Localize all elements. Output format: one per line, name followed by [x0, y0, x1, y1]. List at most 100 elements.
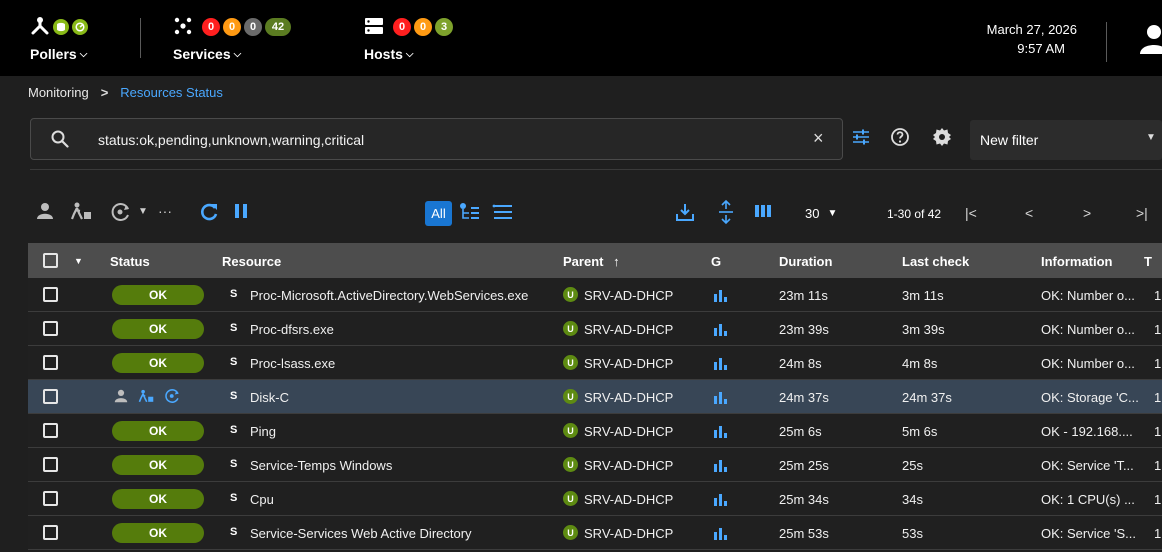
graph-icon[interactable]	[714, 458, 728, 475]
pause-icon[interactable]	[233, 202, 249, 223]
row-checkbox[interactable]	[43, 321, 58, 336]
column-resource[interactable]: Resource	[222, 254, 281, 269]
resource-name[interactable]: Service-Services Web Active Directory	[250, 526, 472, 541]
status-badge: OK	[112, 421, 204, 441]
resource-name[interactable]: Ping	[250, 424, 276, 439]
parent-name[interactable]: SRV-AD-DHCP	[584, 526, 673, 541]
database-ok-icon	[53, 19, 69, 35]
refresh-icon[interactable]	[199, 202, 219, 225]
column-tries[interactable]: T	[1144, 254, 1152, 269]
column-duration[interactable]: Duration	[779, 254, 832, 269]
view-all-button[interactable]: All	[425, 201, 452, 226]
column-status[interactable]: Status	[110, 254, 150, 269]
resource-name[interactable]: Service-Temps Windows	[250, 458, 392, 473]
services-ok-count[interactable]: 42	[265, 18, 291, 36]
graph-icon[interactable]	[714, 526, 728, 543]
check-icon[interactable]	[164, 388, 181, 407]
parent-name[interactable]: SRV-AD-DHCP	[584, 322, 673, 337]
select-menu-caret-icon[interactable]: ▼	[74, 256, 83, 266]
resource-name[interactable]: Cpu	[250, 492, 274, 507]
parent-name[interactable]: SRV-AD-DHCP	[584, 458, 673, 473]
information: OK: Number o...	[1041, 288, 1135, 303]
table-row[interactable]: OK S Proc-lsass.exe U SRV-AD-DHCP 24m 8s…	[28, 346, 1162, 380]
services-unknown-count[interactable]: 0	[244, 18, 262, 36]
next-page-icon[interactable]: >	[1083, 205, 1091, 221]
check-icon[interactable]	[110, 202, 132, 225]
column-graph[interactable]: G	[711, 254, 721, 269]
row-height-icon[interactable]	[718, 199, 734, 228]
services-critical-count[interactable]: 0	[202, 18, 220, 36]
caret-down-icon[interactable]: ▼	[138, 206, 148, 217]
list-view-icon[interactable]	[492, 202, 514, 225]
table-row[interactable]: OK S Cpu U SRV-AD-DHCP 25m 34s 34s OK: 1…	[28, 482, 1162, 516]
parent-name[interactable]: SRV-AD-DHCP	[584, 356, 673, 371]
row-checkbox[interactable]	[43, 287, 58, 302]
table-row[interactable]: OK S Ping U SRV-AD-DHCP 25m 6s 5m 6s OK …	[28, 414, 1162, 448]
table-row[interactable]: OK S Service-Services Web Active Directo…	[28, 516, 1162, 550]
downtime-icon[interactable]	[70, 202, 92, 223]
graph-icon[interactable]	[714, 356, 728, 373]
breadcrumb-monitoring[interactable]: Monitoring	[28, 85, 89, 100]
hosts-up-count[interactable]: 3	[435, 18, 453, 36]
breadcrumb-resources-status[interactable]: Resources Status	[120, 85, 223, 100]
column-parent[interactable]: Parent ↑	[563, 254, 620, 269]
resource-name[interactable]: Proc-Microsoft.ActiveDirectory.WebServic…	[250, 288, 528, 303]
resource-name[interactable]: Disk-C	[250, 390, 289, 405]
hosts-down-count[interactable]: 0	[393, 18, 411, 36]
row-checkbox[interactable]	[43, 423, 58, 438]
resource-name[interactable]: Proc-lsass.exe	[250, 356, 335, 371]
user-icon[interactable]	[1140, 24, 1162, 57]
column-last-check[interactable]: Last check	[902, 254, 969, 269]
hosts-unreachable-count[interactable]: 0	[414, 18, 432, 36]
search-icon	[51, 130, 69, 151]
pollers-label: Pollers ⌵	[30, 46, 88, 62]
row-checkbox[interactable]	[43, 491, 58, 506]
select-all-checkbox[interactable]	[43, 253, 58, 268]
row-checkbox[interactable]	[43, 525, 58, 540]
rows-per-page-select[interactable]: 30 ▼	[805, 206, 837, 221]
table-row[interactable]: S Disk-C U SRV-AD-DHCP 24m 37s 24m 37s O…	[28, 380, 1162, 414]
row-checkbox[interactable]	[43, 457, 58, 472]
export-icon[interactable]	[675, 202, 695, 225]
graph-icon[interactable]	[714, 288, 728, 305]
resource-name[interactable]: Proc-dfsrs.exe	[250, 322, 334, 337]
services-menu[interactable]: 0 0 0 42 Services ⌵	[173, 14, 291, 62]
acknowledge-icon[interactable]	[36, 202, 54, 223]
graph-icon[interactable]	[714, 424, 728, 441]
graph-icon[interactable]	[714, 322, 728, 339]
downtime-icon[interactable]	[138, 389, 154, 406]
table-row[interactable]: OK S Proc-dfsrs.exe U SRV-AD-DHCP 23m 39…	[28, 312, 1162, 346]
columns-icon[interactable]	[754, 202, 772, 223]
filter-settings-icon[interactable]	[851, 127, 871, 150]
first-page-icon[interactable]: |<	[965, 205, 977, 221]
services-warning-count[interactable]: 0	[223, 18, 241, 36]
row-actions	[114, 388, 181, 407]
tries: 1	[1154, 390, 1162, 405]
row-checkbox[interactable]	[43, 389, 58, 404]
graph-icon[interactable]	[714, 492, 728, 509]
parent-name[interactable]: SRV-AD-DHCP	[584, 390, 673, 405]
more-actions-icon[interactable]: ···	[158, 203, 172, 219]
table-row[interactable]: OK S Service-Temps Windows U SRV-AD-DHCP…	[28, 448, 1162, 482]
filter-select[interactable]: New filter ▼	[970, 120, 1162, 160]
duration: 25m 34s	[779, 492, 829, 507]
parent-name[interactable]: SRV-AD-DHCP	[584, 492, 673, 507]
row-checkbox[interactable]	[43, 355, 58, 370]
last-page-icon[interactable]: >|	[1136, 205, 1148, 221]
tree-view-icon[interactable]	[459, 202, 481, 225]
parent-name[interactable]: SRV-AD-DHCP	[584, 288, 673, 303]
graph-icon[interactable]	[714, 390, 728, 407]
hosts-menu[interactable]: 0 0 3 Hosts ⌵	[364, 14, 453, 62]
search-input[interactable]: status:ok,pending,unknown,warning,critic…	[98, 132, 364, 148]
parent-name[interactable]: SRV-AD-DHCP	[584, 424, 673, 439]
clear-search-icon[interactable]: ×	[813, 128, 824, 149]
table-row[interactable]: OK S Proc-Microsoft.ActiveDirectory.WebS…	[28, 278, 1162, 312]
column-information[interactable]: Information	[1041, 254, 1113, 269]
help-icon[interactable]	[890, 127, 910, 150]
previous-page-icon[interactable]: <	[1025, 205, 1033, 221]
search-bar[interactable]: status:ok,pending,unknown,warning,critic…	[30, 118, 843, 160]
gear-icon[interactable]	[932, 127, 952, 150]
acknowledge-icon[interactable]	[114, 389, 128, 406]
pollers-menu[interactable]: Pollers ⌵	[30, 14, 88, 62]
rows-per-page-value: 30	[805, 206, 820, 221]
